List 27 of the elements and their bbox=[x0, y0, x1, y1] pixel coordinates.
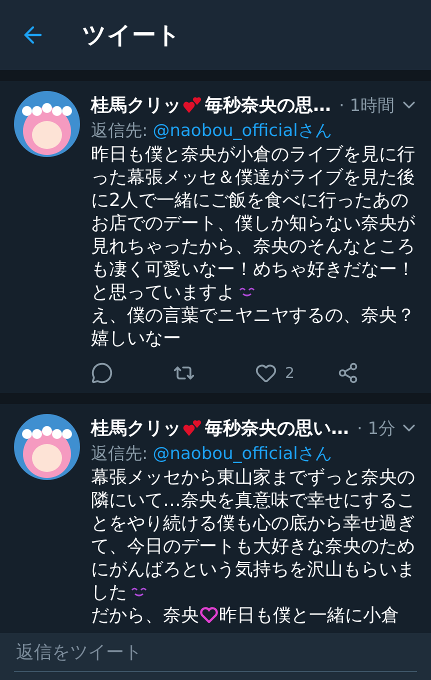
tweet-text: 昨日も僕と奈央が小倉のライブを見に行った幕張メッセ＆僕達がライブを見た後に2人で一緒にご飯を食べに行ったあのお店でのデート、僕しか知らない奈央が見れちゃったから、奈央のそんなところも凄く可愛いなー！めちゃ好きだなー！と思っていますよ bbox=[91, 143, 416, 304]
heart-icon bbox=[200, 607, 218, 623]
reply-to-link[interactable]: @naobou_officialさん bbox=[152, 442, 332, 466]
page-title: ツイート bbox=[82, 20, 181, 51]
like-icon[interactable] bbox=[255, 362, 277, 384]
reply-label: 返信先: bbox=[91, 443, 148, 466]
like-count: 2 bbox=[285, 364, 295, 382]
reply-label: 返信先: bbox=[91, 120, 148, 143]
avatar-icon[interactable] bbox=[14, 91, 80, 157]
share-icon[interactable] bbox=[337, 362, 359, 384]
author-name[interactable]: 桂馬クリッ bbox=[91, 93, 181, 117]
hearts-icon bbox=[183, 95, 203, 115]
tweet-text: 幕張メッセから東山家までずっと奈央の隣にいて…奈央を真意味で幸せにすることをやり続ける僕も心の底から幸せ過ぎて、今日のデートも大好きな奈央のためにがんばろという気持ちを沢山もらいました bbox=[91, 466, 416, 604]
smiling-eyes-icon bbox=[238, 286, 256, 298]
tweet-text: だから、奈央 昨日も僕と一緒に小倉 bbox=[91, 604, 400, 627]
author-name[interactable]: 毎秒奈央の思… bbox=[205, 93, 331, 117]
reply-field[interactable]: 返信をツイート bbox=[0, 633, 431, 680]
author-name[interactable]: 毎秒奈央の思い… bbox=[205, 416, 349, 440]
avatar-icon[interactable] bbox=[14, 414, 80, 480]
tweet-time: · 1時間 bbox=[339, 94, 395, 116]
reply-icon[interactable] bbox=[91, 362, 113, 384]
author-name[interactable]: 桂馬クリッ bbox=[91, 416, 181, 440]
hearts-icon bbox=[183, 418, 203, 438]
smiling-eyes-icon bbox=[130, 586, 148, 598]
tweet-time: · 1分 bbox=[357, 418, 396, 440]
tweet-text: え、僕の言葉でニヤニヤするの、奈央？嬉しいなー bbox=[91, 304, 416, 350]
reply-to-link[interactable]: @naobou_officialさん bbox=[152, 119, 332, 143]
